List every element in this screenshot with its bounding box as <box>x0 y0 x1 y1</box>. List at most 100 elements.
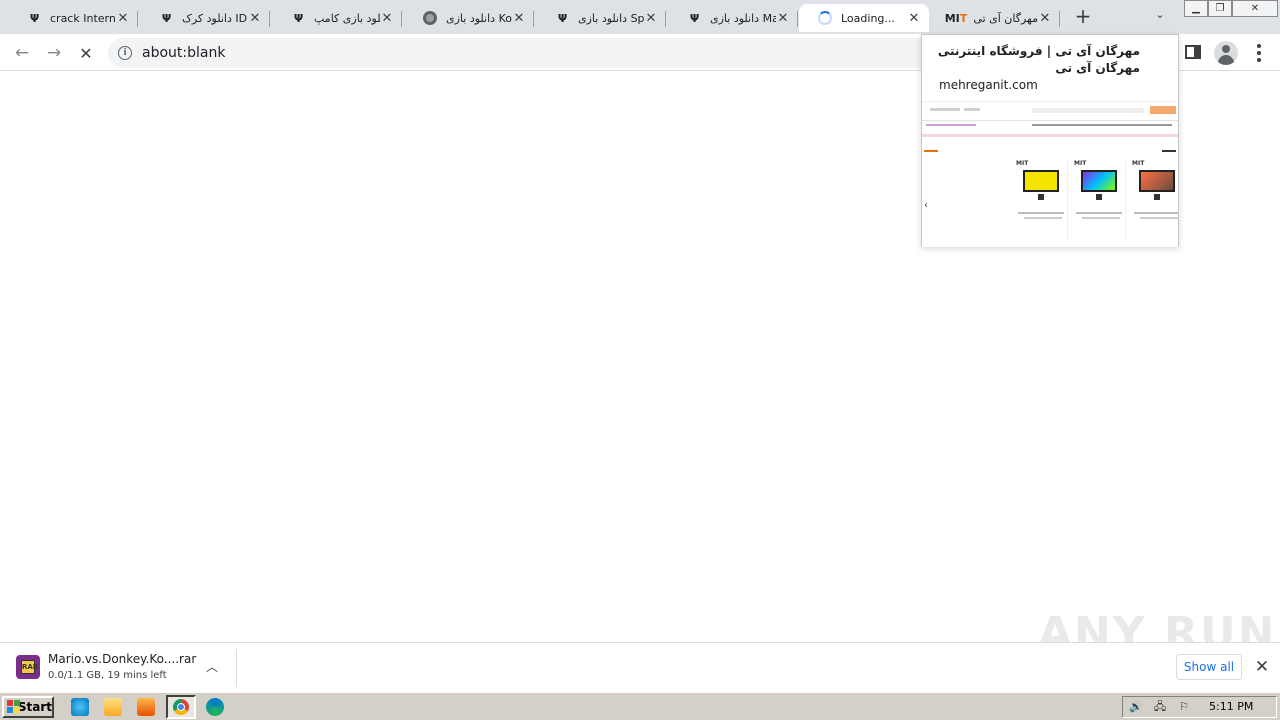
tab-divider <box>533 11 534 27</box>
media-player-icon[interactable] <box>137 698 155 716</box>
tab-divider <box>797 11 798 27</box>
preview-product-card: MIT <box>1072 158 1126 240</box>
start-label: Start <box>17 700 52 714</box>
close-icon[interactable]: ✕ <box>116 11 130 26</box>
kebab-menu-icon[interactable] <box>1257 44 1261 62</box>
volume-icon[interactable]: 🔊 <box>1129 701 1143 713</box>
monitor-stand <box>1154 194 1160 200</box>
tab-mario-download[interactable]: Ψ دانلود بازی Mario ✕ <box>668 4 798 32</box>
tab-search-chevron-icon[interactable]: ⌄ <box>1150 8 1170 26</box>
mit-logo-icon: MIT <box>1074 160 1087 167</box>
preview-product-text <box>1024 217 1062 219</box>
start-button[interactable]: Start <box>2 696 54 718</box>
psi-logo-icon: Ψ <box>293 11 303 25</box>
tab-space-download[interactable]: Ψ دانلود بازی Space ✕ <box>536 4 666 32</box>
monitor-image <box>1139 170 1175 192</box>
loading-spinner-icon <box>817 10 833 26</box>
hovercard-domain: mehreganit.com <box>939 78 1038 92</box>
show-all-button[interactable]: Show all <box>1176 654 1242 680</box>
tab-title: دانلود کرک IDM <box>182 11 248 25</box>
side-panel-icon[interactable] <box>1185 45 1201 59</box>
system-tray: 🔊 🖧 ⚐ 5:11 PM <box>1122 696 1277 718</box>
monitor-stand <box>1038 194 1044 200</box>
tab-loading[interactable]: Loading... ✕ <box>799 4 929 32</box>
globe-icon <box>422 10 438 26</box>
download-bar: RAR Mario.vs.Donkey.Ko....rar 0.0/1.1 GB… <box>0 642 1280 692</box>
preview-banner-strip <box>922 134 1178 137</box>
profile-avatar-icon[interactable] <box>1214 41 1238 65</box>
preview-product-text <box>1018 212 1064 214</box>
monitor-image <box>1023 170 1059 192</box>
close-icon[interactable]: ✕ <box>380 11 394 26</box>
url-text: about:blank <box>142 45 226 61</box>
preview-logo <box>1150 106 1176 114</box>
clock[interactable]: 5:11 PM <box>1209 700 1253 713</box>
tab-mehreganit[interactable]: MIT مهرگان آی تی ✕ <box>930 4 1060 32</box>
close-icon[interactable]: ✕ <box>248 11 262 26</box>
internet-explorer-icon[interactable] <box>71 698 89 716</box>
edge-icon[interactable] <box>206 698 224 716</box>
network-icon[interactable]: 🖧 <box>1153 701 1167 713</box>
tab-title: دانلود بازی Mario <box>710 11 776 25</box>
close-icon[interactable]: ✕ <box>907 11 921 26</box>
file-explorer-icon[interactable] <box>104 698 122 716</box>
tab-kong-download[interactable]: دانلود بازی Kong ✕ <box>404 4 534 32</box>
tab-divider <box>401 11 402 27</box>
chrome-icon <box>173 699 189 715</box>
tab-game-download[interactable]: Ψ دانلود بازی کامپ ✕ <box>272 4 402 32</box>
download-filename[interactable]: Mario.vs.Donkey.Ko....rar <box>48 652 196 666</box>
browser-window: Ψ crack Internet ✕ Ψ دانلود کرک IDM ✕ Ψ … <box>0 0 1280 720</box>
new-tab-button[interactable]: + <box>1072 6 1094 28</box>
preview-section-title <box>1162 150 1176 152</box>
minimize-button[interactable]: ▁ <box>1184 0 1208 17</box>
tab-title: Loading... <box>841 11 895 25</box>
tab-divider <box>1059 11 1060 27</box>
download-status: 0.0/1.1 GB, 19 mins left <box>48 670 167 681</box>
info-icon[interactable]: i <box>118 46 132 60</box>
tab-idm-crack[interactable]: Ψ دانلود کرک IDM ✕ <box>140 4 270 32</box>
tab-title: دانلود بازی کامپ <box>314 11 380 25</box>
preview-divider <box>922 120 1178 121</box>
restore-button[interactable]: ❐ <box>1208 0 1232 17</box>
preview-search-bar <box>1032 108 1144 113</box>
stop-loading-icon[interactable]: ✕ <box>74 41 98 65</box>
windows-taskbar: Start 🔊 🖧 ⚐ 5:11 PM <box>0 692 1280 720</box>
forward-arrow-icon[interactable]: → <box>42 41 66 65</box>
close-window-button[interactable]: ✕ <box>1232 0 1278 17</box>
preview-header-link <box>930 108 960 111</box>
monitor-image <box>1081 170 1117 192</box>
close-icon[interactable]: ✕ <box>512 11 526 26</box>
rar-file-icon[interactable]: RAR <box>16 655 40 679</box>
chrome-taskbar-button[interactable] <box>166 695 196 719</box>
psi-logo-icon: Ψ <box>557 11 567 25</box>
close-icon[interactable]: ✕ <box>1038 11 1052 26</box>
preview-product-text <box>1134 212 1178 214</box>
psi-logo-icon: Ψ <box>29 11 39 25</box>
preview-nav-left <box>926 124 976 126</box>
psi-logo-icon: Ψ <box>161 11 171 25</box>
tab-title: crack Internet <box>50 11 116 25</box>
tab-divider <box>137 11 138 27</box>
close-icon[interactable]: ✕ <box>644 11 658 26</box>
back-arrow-icon[interactable]: ← <box>10 41 34 65</box>
page-preview-thumbnail: MIT MIT MIT ‹ <box>922 101 1178 247</box>
preview-product-card: MIT <box>1014 158 1068 240</box>
tab-divider <box>665 11 666 27</box>
close-download-bar-icon[interactable]: ✕ <box>1252 657 1272 677</box>
monitor-stand <box>1096 194 1102 200</box>
tab-hover-card: مهرگان آی تی | فروشگاه اینترنتی مهرگان آ… <box>921 34 1179 247</box>
preview-product-text <box>1076 212 1122 214</box>
close-icon[interactable]: ✕ <box>776 11 790 26</box>
action-center-flag-icon[interactable]: ⚐ <box>1177 701 1191 713</box>
preview-product-text <box>1082 217 1120 219</box>
download-divider <box>236 649 237 687</box>
mit-logo-icon: MIT <box>1132 160 1145 167</box>
chevron-up-icon[interactable]: ︿ <box>203 658 221 676</box>
preview-product-text <box>1140 217 1178 219</box>
preview-section-title <box>924 150 938 152</box>
mit-logo-icon: MIT <box>1016 160 1029 167</box>
tab-crack-internet[interactable]: Ψ crack Internet ✕ <box>8 4 138 32</box>
mit-logo-icon: MIT <box>944 11 968 25</box>
tab-title: دانلود بازی Kong <box>446 11 512 25</box>
psi-logo-icon: Ψ <box>689 11 699 25</box>
